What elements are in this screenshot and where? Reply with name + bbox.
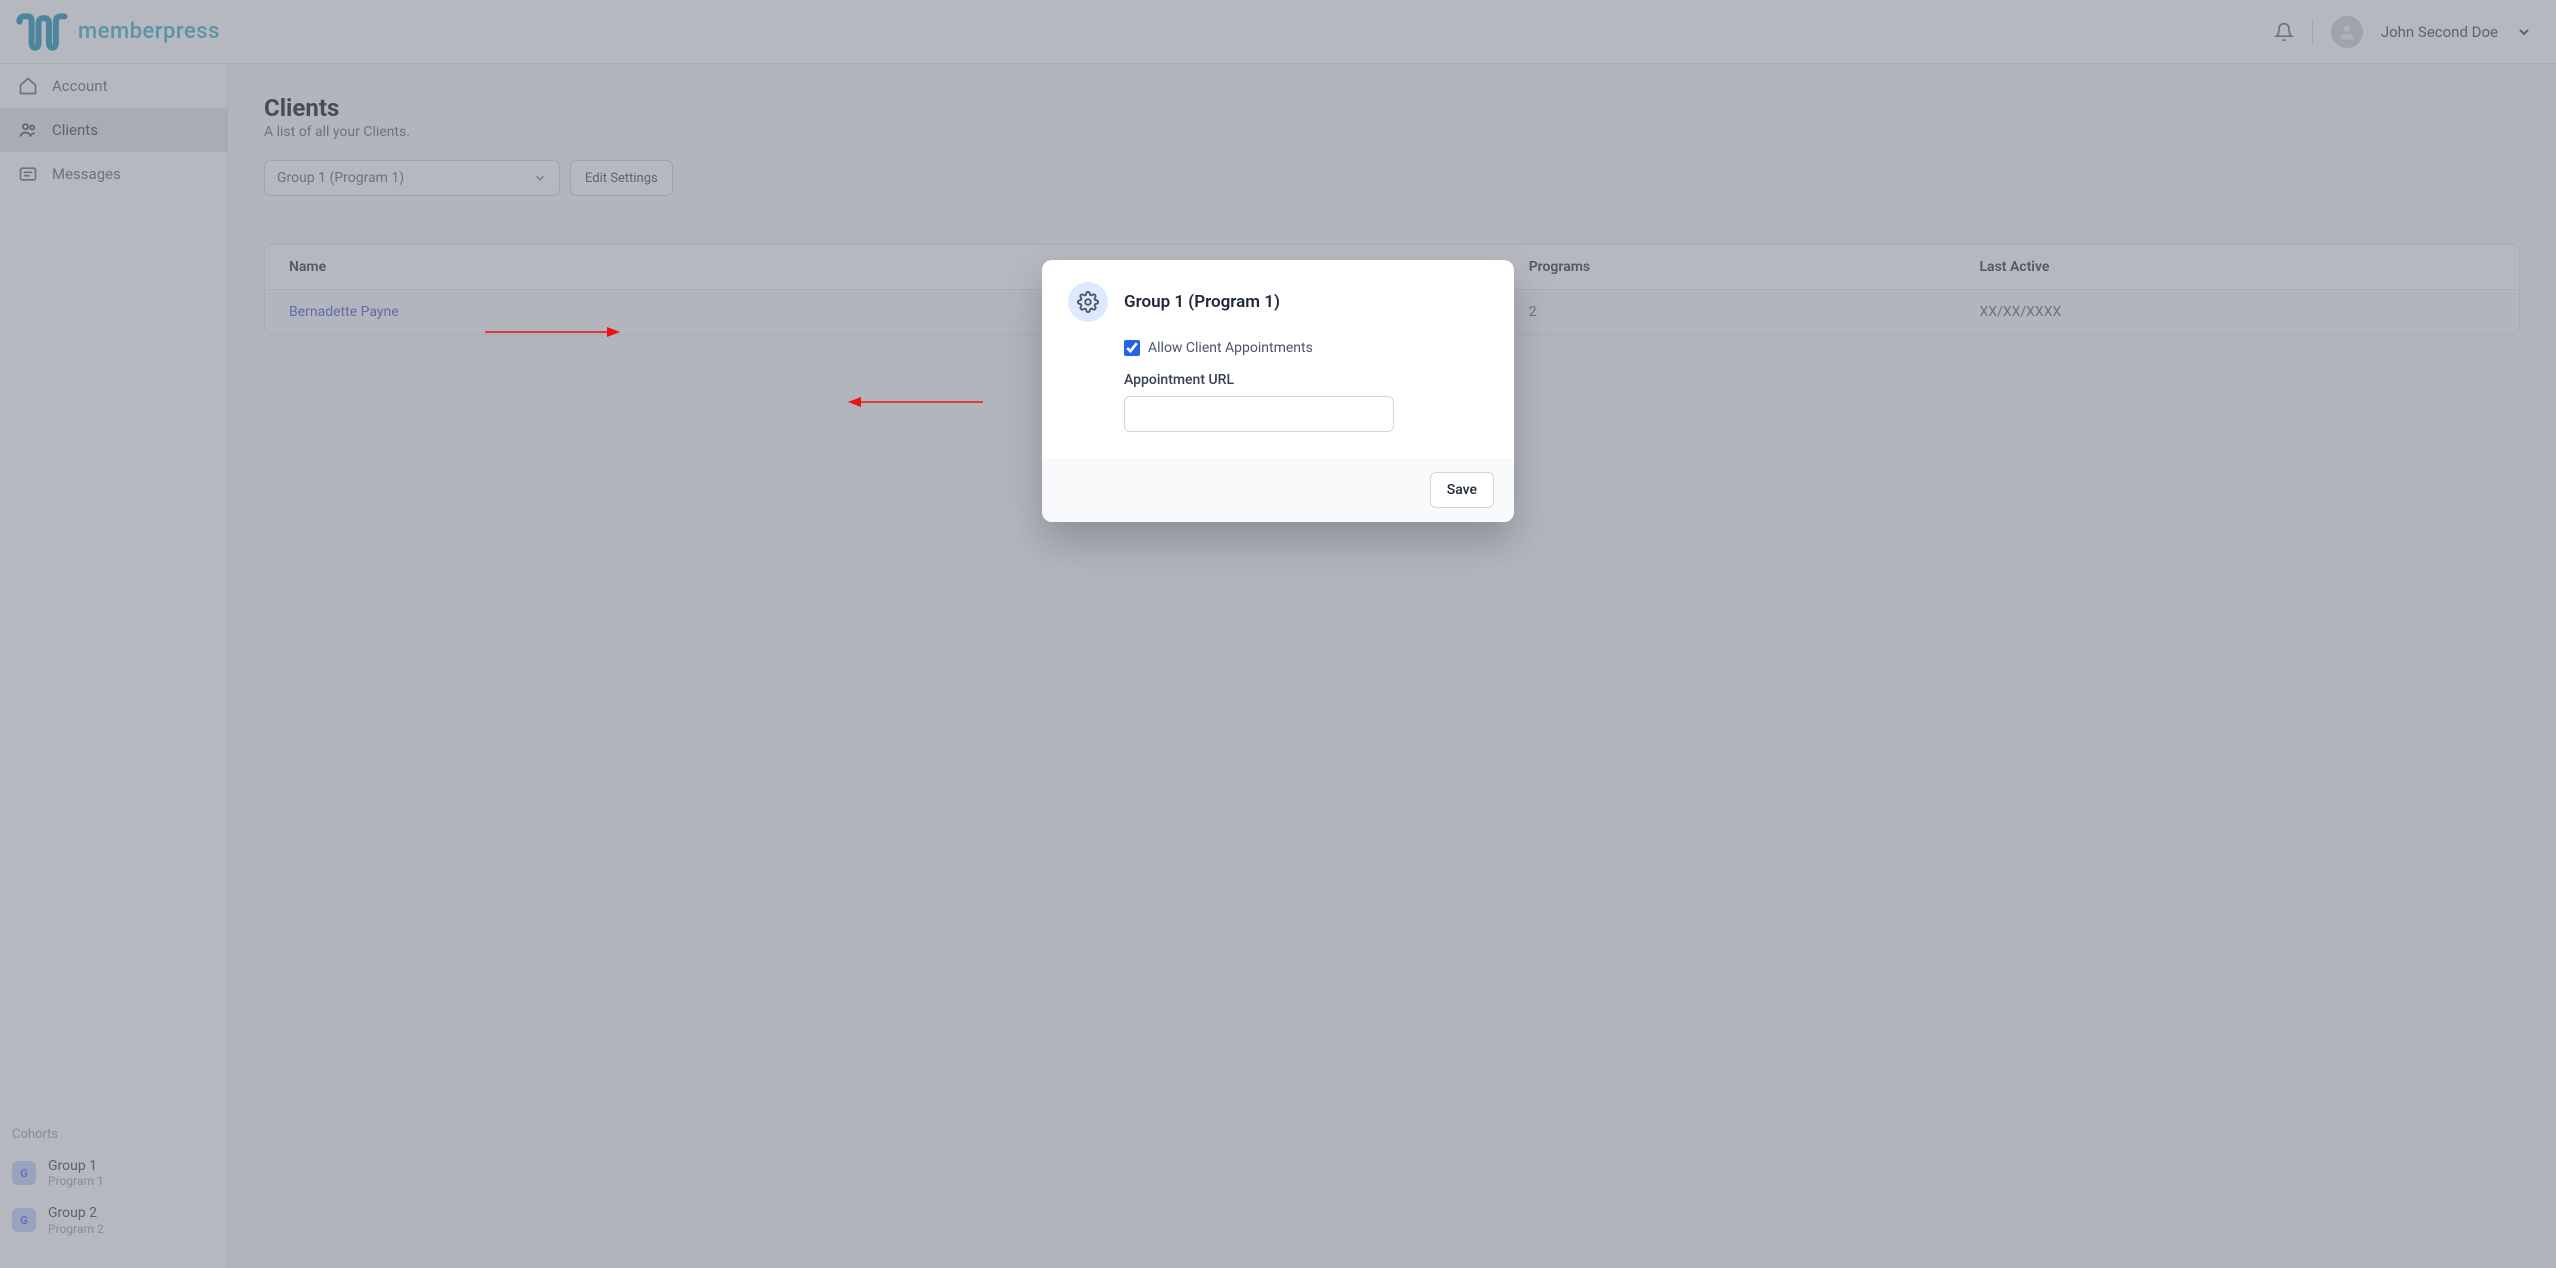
appointment-url-input[interactable] — [1124, 396, 1394, 432]
gear-icon — [1077, 291, 1099, 313]
allow-appointments-label: Allow Client Appointments — [1148, 340, 1313, 356]
modal-title: Group 1 (Program 1) — [1124, 292, 1280, 312]
edit-settings-modal: Group 1 (Program 1) Allow Client Appoint… — [1042, 260, 1514, 522]
save-button[interactable]: Save — [1430, 472, 1494, 508]
modal-icon-circle — [1068, 282, 1108, 322]
modal-overlay[interactable]: Group 1 (Program 1) Allow Client Appoint… — [0, 0, 2556, 1268]
appointment-url-label: Appointment URL — [1124, 372, 1488, 388]
allow-appointments-checkbox[interactable] — [1124, 340, 1140, 356]
